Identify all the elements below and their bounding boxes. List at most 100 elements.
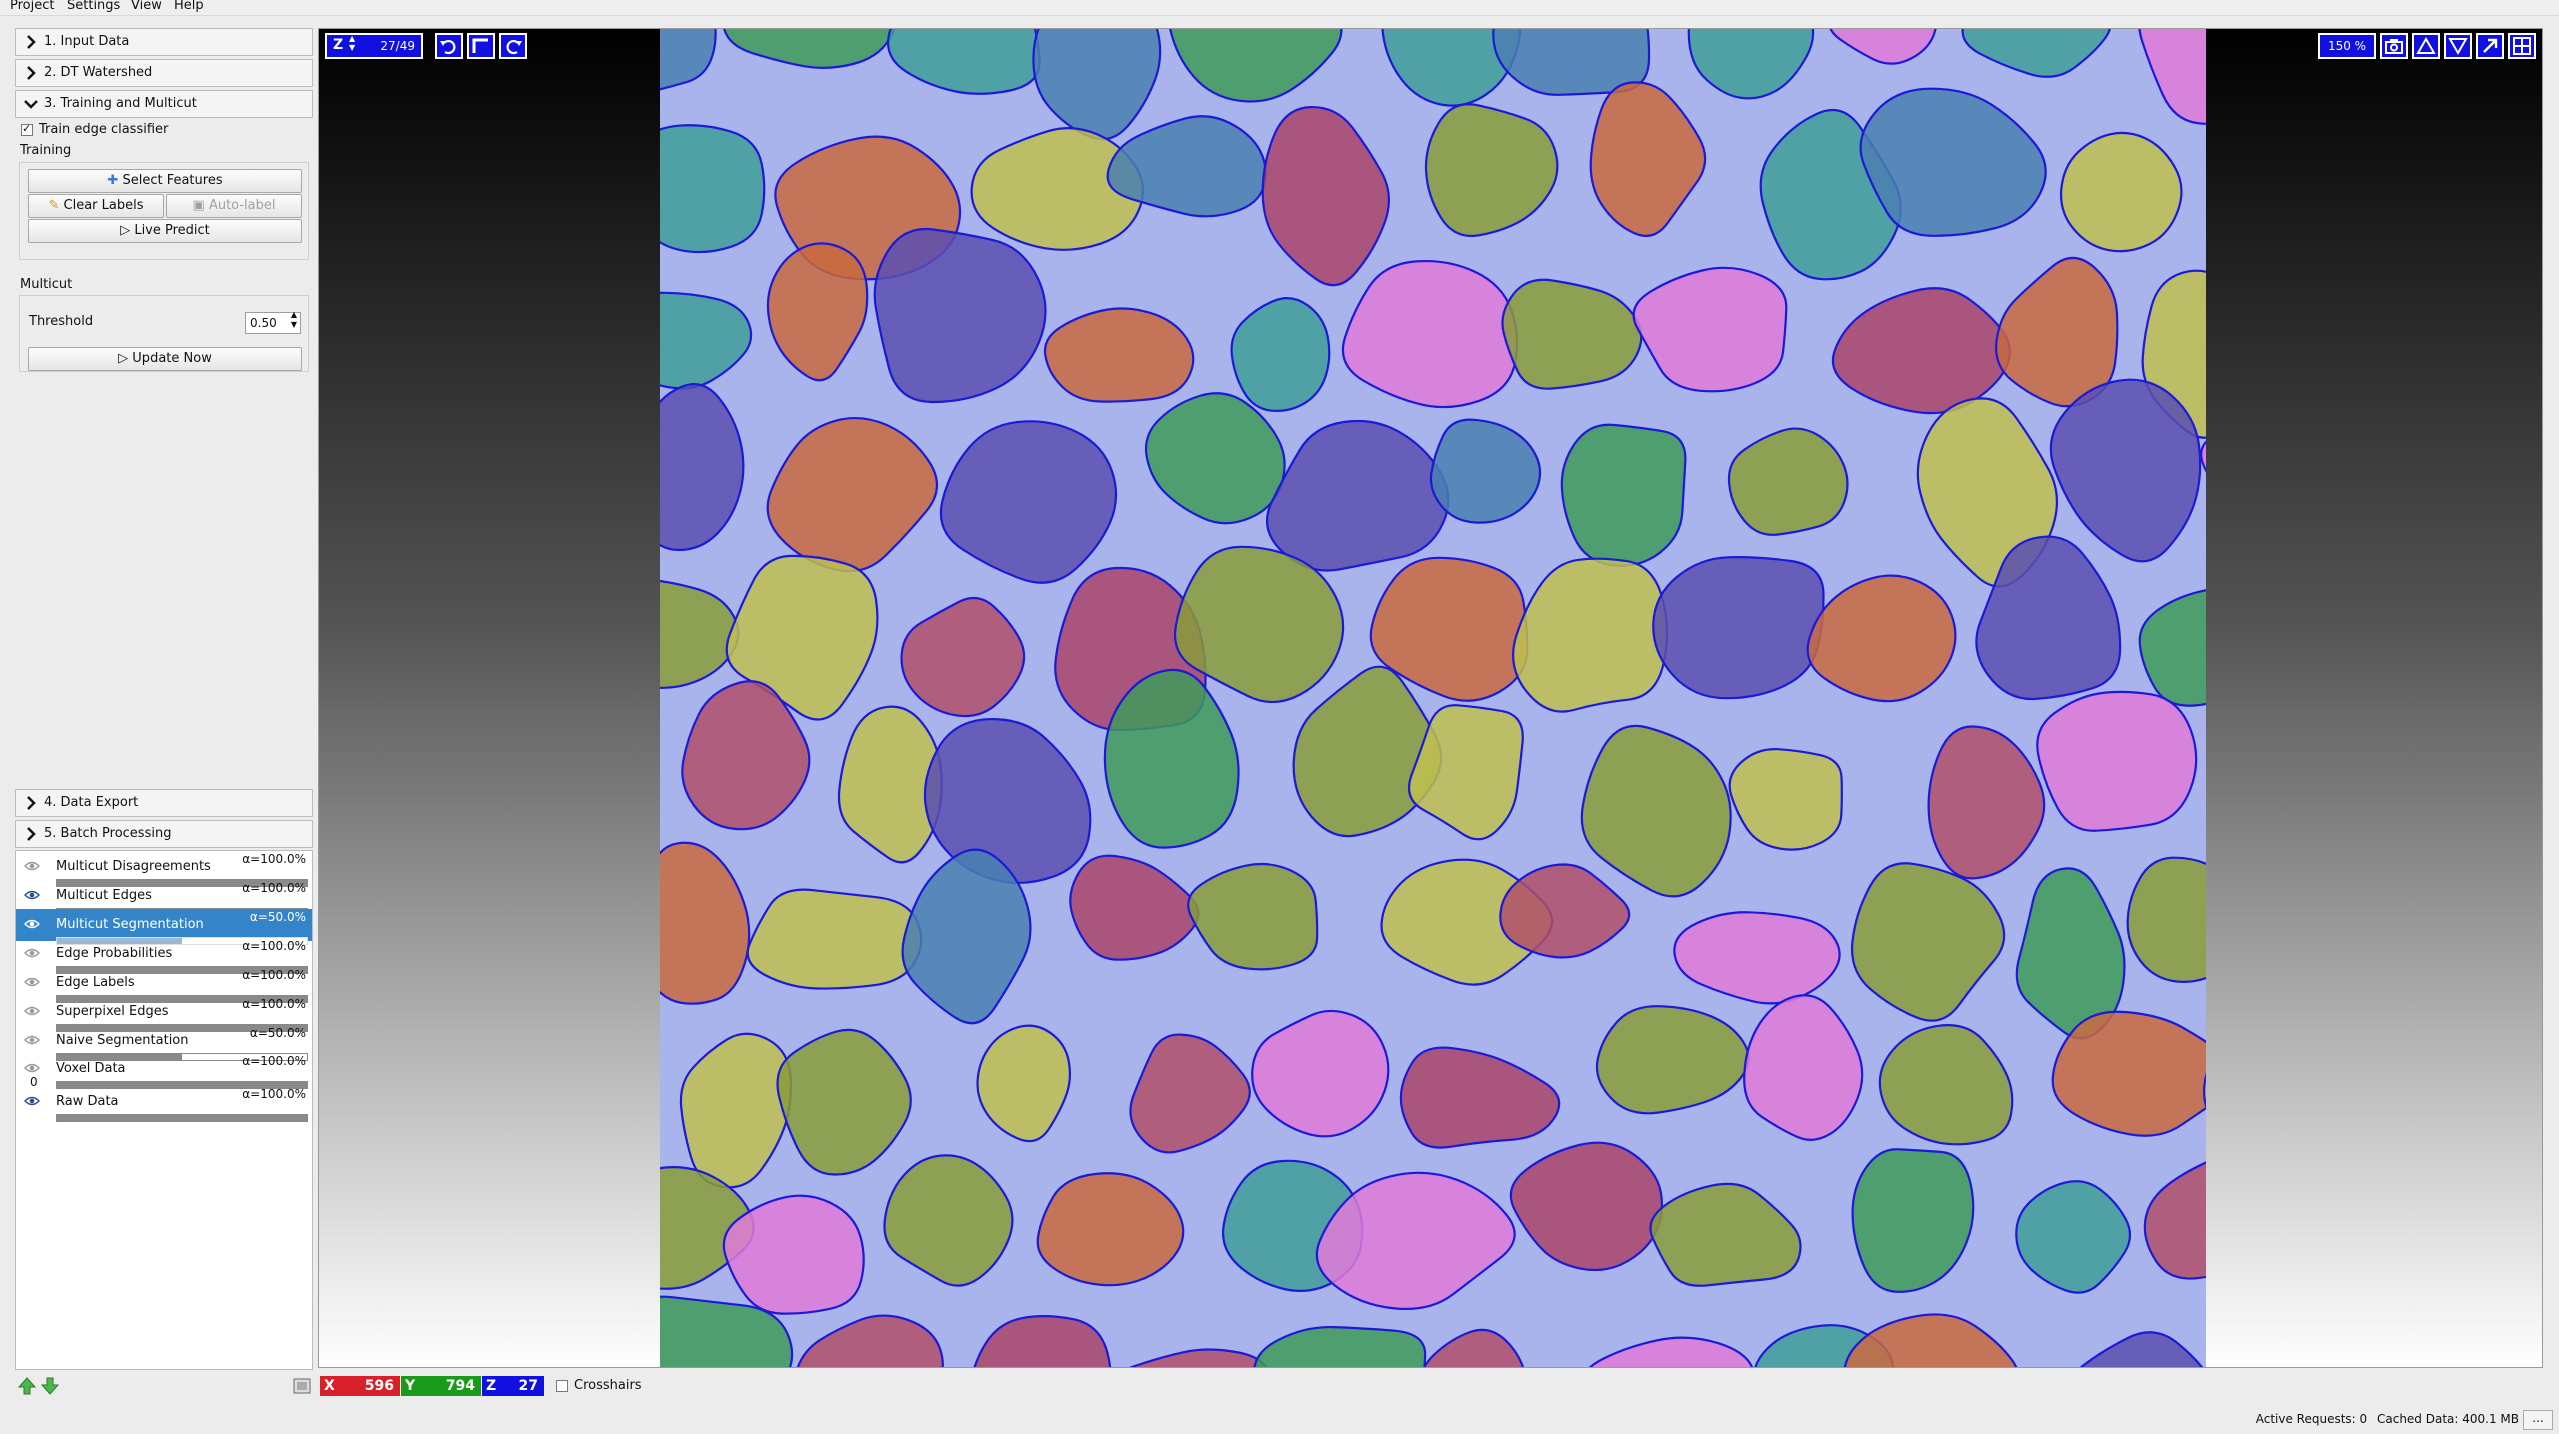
applet-batch-processing[interactable]: 5. Batch Processing (15, 820, 313, 848)
layer-name: Multicut Segmentation (56, 917, 204, 932)
segment-region (660, 124, 766, 254)
segment-region (2059, 131, 2183, 253)
applet-input-data[interactable]: 1. Input Data (15, 28, 313, 56)
eye-icon[interactable] (24, 948, 40, 958)
play-icon: ▷ (120, 223, 131, 238)
layer-name: Multicut Edges (56, 888, 152, 903)
broom-icon: ✎ (48, 198, 60, 213)
segment-region (1560, 423, 1687, 567)
coord-x-value: 596 (364, 1378, 394, 1394)
triangle-up-icon[interactable] (2412, 33, 2440, 59)
layer-row[interactable]: Raw Data α=100.0% (16, 1086, 312, 1122)
menu-help[interactable]: Help (174, 0, 204, 13)
slice-indicator[interactable]: Z ▲ ▼ 27/49 (325, 33, 423, 59)
layer-settings-icon[interactable] (292, 1376, 312, 1396)
update-now-button[interactable]: ▷ Update Now (28, 347, 302, 371)
auto-label-button[interactable]: ▣ Auto-label (166, 194, 302, 218)
clear-labels-button[interactable]: ✎ Clear Labels (28, 194, 164, 218)
update-now-label: Update Now (132, 351, 212, 366)
segment-region (746, 888, 923, 990)
swap-axes-icon[interactable] (467, 33, 495, 59)
grid-layout-icon[interactable] (2508, 33, 2536, 59)
segmentation-image[interactable] (660, 29, 2206, 1367)
slice-arrows-icon[interactable]: ▲ ▼ (349, 34, 355, 52)
layer-row[interactable]: Voxel Data α=100.0% 0 (16, 1053, 312, 1089)
menu-project[interactable]: Project (10, 0, 54, 13)
threshold-value: 0.50 (250, 316, 277, 330)
coord-z: Z 27 (482, 1376, 544, 1396)
menu-view[interactable]: View (131, 0, 162, 13)
layer-opacity: α=100.0% (242, 1087, 306, 1101)
rotate-right-icon[interactable] (499, 33, 527, 59)
chevron-right-icon (27, 796, 36, 810)
threshold-label: Threshold (29, 314, 94, 329)
select-features-button[interactable]: ✚ Select Features (28, 169, 302, 193)
layer-opacity: α=100.0% (242, 881, 306, 895)
layer-row[interactable]: Multicut Disagreements α=100.0% (16, 851, 312, 887)
eye-icon[interactable] (24, 977, 40, 987)
train-edge-classifier-checkbox[interactable] (21, 122, 33, 136)
active-requests: Active Requests: 0 (2255, 1412, 2368, 1426)
layer-row[interactable]: Edge Probabilities α=100.0% (16, 938, 312, 974)
segmentation-canvas (660, 29, 2206, 1367)
eye-icon[interactable] (24, 919, 40, 929)
layer-name: Edge Probabilities (56, 946, 173, 961)
layer-row[interactable]: Multicut Segmentation α=50.0% (16, 909, 312, 945)
applet-data-export[interactable]: 4. Data Export (15, 789, 313, 817)
zoom-value: 150 % (2327, 39, 2367, 53)
zoom-indicator[interactable]: 150 % (2318, 33, 2376, 59)
layer-up-icon[interactable] (17, 1376, 37, 1396)
applet-dt-watershed[interactable]: 2. DT Watershed (15, 59, 313, 87)
segment-region (722, 1194, 865, 1315)
image-viewer[interactable]: Z ▲ ▼ 27/49 150 % (318, 28, 2543, 1368)
clear-labels-label: Clear Labels (63, 198, 144, 213)
opacity-fill (57, 1115, 307, 1121)
eye-icon[interactable] (24, 1035, 40, 1045)
segment-region (2036, 690, 2198, 832)
maximize-arrow-icon[interactable] (2476, 33, 2504, 59)
threshold-spinbox[interactable]: 0.50 ▲ ▼ (245, 310, 301, 334)
layer-row[interactable]: Multicut Edges α=100.0% (16, 880, 312, 916)
chevron-right-icon (27, 66, 36, 80)
layer-opacity: α=50.0% (249, 1026, 306, 1040)
select-features-label: Select Features (122, 173, 223, 188)
crosshairs-label: Crosshairs (574, 1378, 642, 1393)
layer-name: Superpixel Edges (56, 1004, 169, 1019)
triangle-down-icon[interactable] (2444, 33, 2472, 59)
live-predict-button[interactable]: ▷ Live Predict (28, 219, 302, 243)
eye-icon[interactable] (24, 1096, 40, 1106)
coord-z-label: Z (486, 1378, 497, 1394)
coord-y: Y 794 (401, 1376, 481, 1396)
plus-icon: ✚ (107, 173, 119, 188)
crosshairs-checkbox[interactable] (556, 1380, 568, 1392)
camera-icon[interactable] (2380, 33, 2408, 59)
spin-arrows-icon[interactable]: ▲ ▼ (291, 310, 297, 330)
layer-row[interactable]: Edge Labels α=100.0% (16, 967, 312, 1003)
eye-icon[interactable] (24, 890, 40, 900)
layer-opacity: α=50.0% (249, 910, 306, 924)
coord-z-value: 27 (518, 1378, 538, 1394)
menu-settings[interactable]: Settings (67, 0, 120, 13)
slice-value: 27/49 (380, 39, 415, 53)
status-more-button[interactable]: ... (2523, 1410, 2553, 1430)
coord-y-value: 794 (445, 1378, 475, 1394)
training-section-label: Training (20, 143, 72, 158)
segment-region (1652, 556, 1825, 700)
layer-row[interactable]: Superpixel Edges α=100.0% (16, 996, 312, 1032)
rotate-left-icon[interactable] (435, 33, 463, 59)
layer-name: Multicut Disagreements (56, 859, 211, 874)
eye-icon[interactable] (24, 1006, 40, 1016)
applet-training-multicut[interactable]: 3. Training and Multicut (15, 90, 313, 118)
applet-label: 2. DT Watershed (44, 65, 153, 80)
applet-label: 1. Input Data (44, 34, 130, 49)
layer-list: Multicut Disagreements α=100.0% Multicut E… (15, 850, 313, 1370)
applet-label: 4. Data Export (44, 795, 139, 810)
opacity-slider[interactable] (56, 1114, 308, 1122)
coord-x-label: X (324, 1378, 335, 1394)
eye-icon[interactable] (24, 861, 40, 871)
applet-label: 5. Batch Processing (44, 826, 172, 841)
eye-icon[interactable] (24, 1063, 40, 1073)
chevron-right-icon (27, 35, 36, 49)
layer-down-icon[interactable] (40, 1376, 60, 1396)
chevron-down-icon (24, 100, 38, 109)
